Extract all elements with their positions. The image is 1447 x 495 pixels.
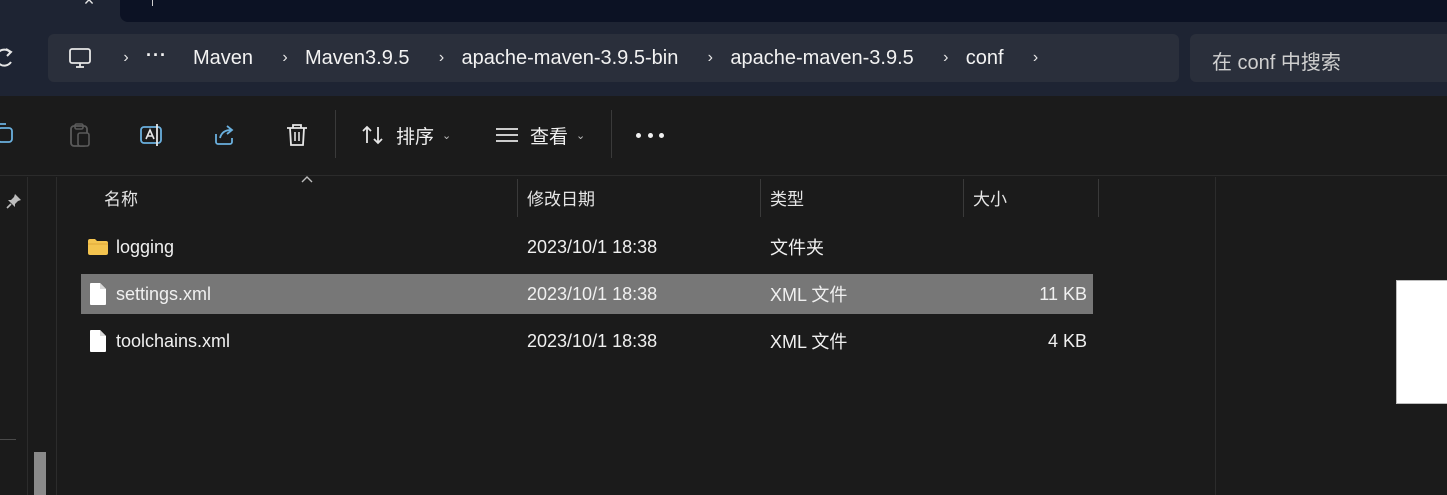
preview-pane (1216, 177, 1447, 495)
column-name[interactable]: 名称 (94, 177, 516, 217)
file-row-selected[interactable]: settings.xml 2023/10/1 18:38 XML 文件 11 K… (81, 274, 1093, 314)
breadcrumb-maven3-9-5[interactable]: Maven3.9.5 (305, 47, 410, 70)
file-type: XML 文件 (770, 332, 848, 352)
chevron-right-icon[interactable]: › (1026, 48, 1046, 68)
file-type: 文件夹 (770, 238, 824, 258)
file-row[interactable]: toolchains.xml 2023/10/1 18:38 XML 文件 4 … (81, 321, 1093, 361)
active-tab[interactable] (120, 0, 1447, 22)
file-name: logging (116, 236, 175, 257)
delete-icon[interactable] (284, 122, 310, 148)
copy-icon[interactable] (0, 122, 18, 148)
folder-icon (88, 239, 108, 255)
breadcrumb-overflow[interactable]: ··· (146, 45, 167, 66)
chevron-right-icon[interactable]: › (700, 48, 720, 68)
view-icon (496, 128, 518, 142)
close-tab-icon[interactable]: × (78, 0, 100, 10)
column-resize-handle[interactable] (1098, 179, 1099, 217)
search-placeholder: 在 conf 中搜索 (1212, 52, 1341, 74)
address-row: › ··· Maven › Maven3.9.5 › apache-maven-… (0, 26, 1447, 96)
file-icon (90, 283, 106, 305)
column-size[interactable]: 大小 (963, 177, 1098, 217)
navigation-pane (0, 177, 28, 495)
file-size: 11 KB (1039, 283, 1087, 304)
chevron-down-icon: ⌄ (576, 129, 586, 142)
view-button[interactable]: 查看 ⌄ (494, 120, 585, 150)
toolbar-divider (335, 110, 336, 158)
refresh-icon[interactable] (0, 46, 16, 70)
file-list: 名称 修改日期 类型 大小 logging 2023/10/1 18:38 文件… (57, 176, 1215, 495)
toolbar-divider (611, 110, 612, 158)
file-size: 4 KB (1047, 330, 1087, 351)
sort-icon (362, 125, 383, 145)
chevron-right-icon[interactable]: › (432, 48, 452, 68)
chevron-right-icon[interactable]: › (275, 48, 295, 68)
sort-button[interactable]: 排序 ⌄ (360, 120, 451, 150)
pin-icon[interactable] (6, 193, 22, 209)
file-name: toolchains.xml (116, 330, 231, 351)
view-label: 查看 (530, 126, 569, 148)
breadcrumb-apache-maven-bin[interactable]: apache-maven-3.9.5-bin (462, 47, 679, 70)
file-preview-thumbnail (1396, 280, 1447, 404)
file-size (973, 227, 1087, 267)
chevron-down-icon: ⌄ (442, 129, 452, 142)
breadcrumb-apache-maven[interactable]: apache-maven-3.9.5 (730, 47, 913, 70)
share-icon[interactable] (212, 122, 238, 148)
command-bar: 排序 ⌄ 查看 ⌄ (0, 96, 1447, 176)
title-bar: × (0, 0, 1447, 26)
more-icon[interactable] (636, 122, 664, 148)
this-pc-icon[interactable] (68, 46, 92, 70)
breadcrumb: › ··· Maven › Maven3.9.5 › apache-maven-… (116, 34, 1056, 82)
file-modified: 2023/10/1 18:38 (527, 330, 658, 351)
file-modified: 2023/10/1 18:38 (527, 283, 658, 304)
column-header-row: 名称 修改日期 类型 大小 (57, 176, 1215, 217)
file-modified: 2023/10/1 18:38 (527, 236, 658, 257)
breadcrumb-conf[interactable]: conf (966, 47, 1004, 70)
tab-divider (152, 0, 153, 6)
nav-divider (0, 439, 16, 440)
file-row[interactable]: logging 2023/10/1 18:38 文件夹 (81, 227, 1093, 267)
breadcrumb-maven[interactable]: Maven (193, 47, 253, 70)
sort-label: 排序 (396, 126, 435, 148)
address-bar[interactable]: › ··· Maven › Maven3.9.5 › apache-maven-… (48, 34, 1179, 82)
file-icon (90, 330, 106, 352)
file-type: XML 文件 (770, 285, 848, 305)
search-input[interactable]: 在 conf 中搜索 (1190, 34, 1447, 82)
column-modified[interactable]: 修改日期 (517, 177, 760, 217)
chevron-right-icon[interactable]: › (116, 48, 136, 68)
column-type[interactable]: 类型 (760, 177, 963, 217)
file-name: settings.xml (116, 283, 212, 304)
chevron-right-icon[interactable]: › (936, 48, 956, 68)
paste-icon[interactable] (67, 122, 93, 148)
rename-icon[interactable] (139, 122, 165, 148)
nav-scrollbar-thumb[interactable] (34, 452, 46, 495)
